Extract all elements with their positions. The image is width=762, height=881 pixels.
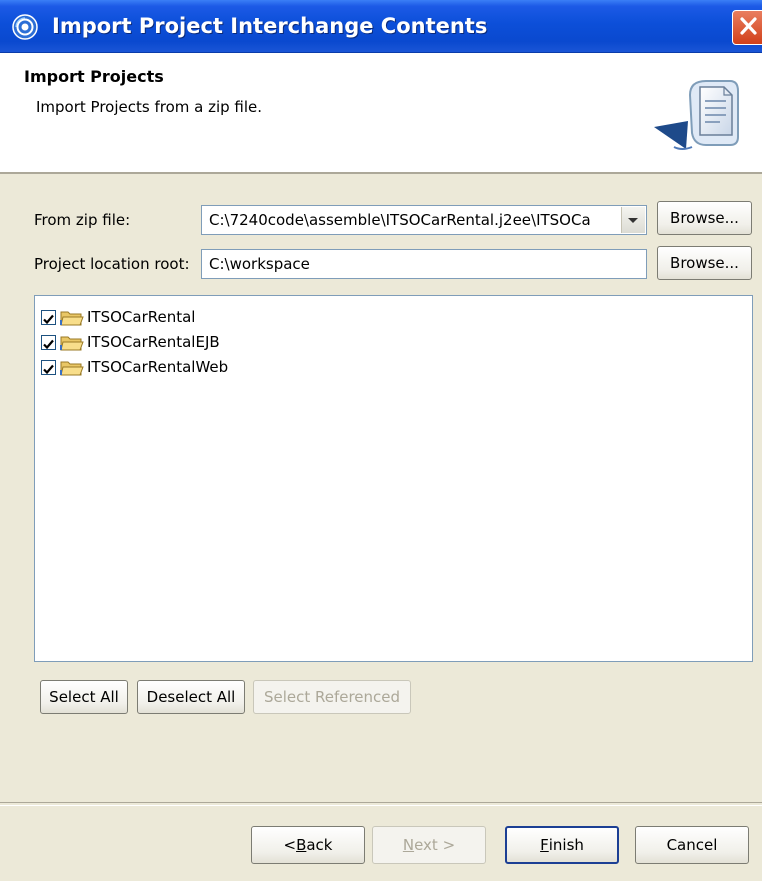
- import-dialog: Import Project Interchange Contents Impo…: [0, 0, 762, 881]
- checkbox[interactable]: [41, 335, 56, 350]
- checkbox[interactable]: [41, 310, 56, 325]
- separator: [0, 802, 762, 806]
- finish-rest: inish: [548, 836, 584, 854]
- wizard-banner: Import Projects Import Projects from a z…: [0, 53, 762, 174]
- close-icon: [740, 17, 757, 35]
- project-folder-icon: [60, 336, 84, 351]
- project-label: ITSOCarRentalEJB: [87, 333, 220, 351]
- deselect-all-button[interactable]: Deselect All: [137, 680, 245, 714]
- import-wizard-icon: [654, 80, 739, 150]
- project-location-value: C:\workspace: [209, 255, 310, 273]
- project-label: ITSOCarRentalWeb: [87, 358, 229, 376]
- dropdown-arrow[interactable]: [621, 207, 645, 233]
- select-all-button[interactable]: Select All: [40, 680, 128, 714]
- close-button[interactable]: [732, 10, 762, 45]
- app-icon: [12, 14, 38, 40]
- finish-mnemonic: F: [540, 836, 549, 854]
- checkmark-icon: [43, 364, 54, 375]
- chevron-down-icon: [628, 218, 638, 223]
- zip-file-value: C:\7240code\assemble\ITSOCarRental.j2ee\…: [209, 211, 591, 229]
- browse-location-button[interactable]: Browse...: [657, 246, 752, 280]
- finish-button[interactable]: Finish: [505, 826, 619, 864]
- window-title: Import Project Interchange Contents: [52, 14, 488, 38]
- checkbox[interactable]: [41, 360, 56, 375]
- banner-description: Import Projects from a zip file.: [36, 98, 263, 116]
- title-bar[interactable]: Import Project Interchange Contents: [0, 0, 762, 53]
- checkmark-icon: [43, 314, 54, 325]
- next-button[interactable]: Next >: [372, 826, 486, 864]
- next-rest: ext >: [414, 836, 456, 854]
- back-mnemonic: B: [296, 836, 307, 854]
- select-referenced-button[interactable]: Select Referenced: [253, 680, 411, 714]
- back-button[interactable]: < Back: [251, 826, 365, 864]
- zip-file-label: From zip file:: [34, 211, 131, 229]
- dialog-body: From zip file: C:\7240code\assemble\ITSO…: [0, 174, 762, 881]
- checkmark-icon: [43, 339, 54, 350]
- project-list[interactable]: ITSOCarRental ITSOCarRentalEJB ITSOCarRe…: [34, 295, 753, 662]
- project-folder-icon: [60, 361, 84, 376]
- project-location-label: Project location root:: [34, 255, 190, 273]
- back-prefix: <: [283, 836, 297, 854]
- cancel-button[interactable]: Cancel: [635, 826, 749, 864]
- next-mnemonic: N: [402, 836, 415, 854]
- zip-file-combo[interactable]: C:\7240code\assemble\ITSOCarRental.j2ee\…: [201, 205, 647, 235]
- project-folder-icon: [60, 311, 84, 326]
- browse-zip-button[interactable]: Browse...: [657, 201, 752, 235]
- project-label: ITSOCarRental: [87, 308, 196, 326]
- project-location-field[interactable]: C:\workspace: [201, 249, 647, 279]
- back-rest: ack: [306, 836, 333, 854]
- banner-title: Import Projects: [24, 67, 164, 86]
